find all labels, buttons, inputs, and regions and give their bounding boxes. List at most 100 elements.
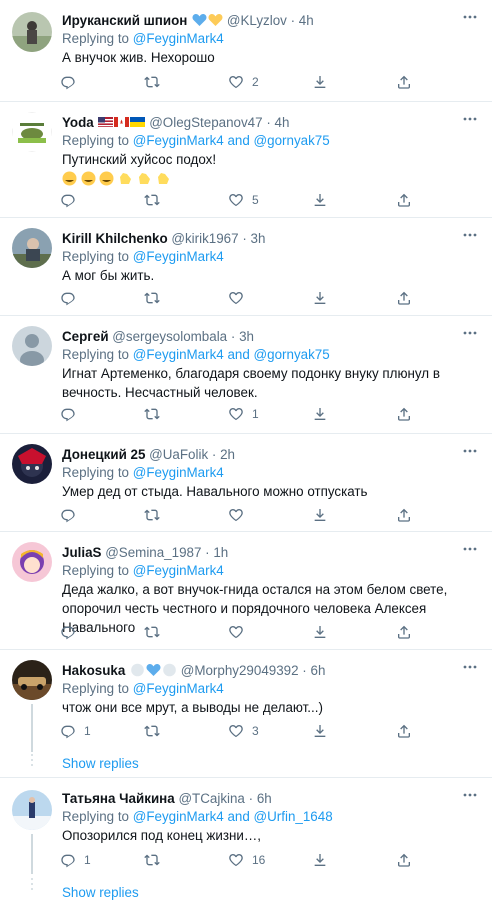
timestamp[interactable]: 2h [220,447,235,462]
reply-target-link[interactable]: @FeyginMark4 [133,133,224,148]
timestamp[interactable]: 4h [275,115,290,130]
reply-target-link[interactable]: @FeyginMark4 [133,347,224,362]
reply-button[interactable] [60,405,84,423]
user-handle[interactable]: @KLyzlov [227,13,287,28]
user-handle[interactable]: @Semina_1987 [105,545,201,560]
share-button[interactable] [312,191,328,209]
user-name[interactable]: JuliaS [62,545,101,560]
reply-button[interactable]: 1 [60,851,91,869]
share-button[interactable] [312,405,328,423]
like-button[interactable]: 5 [228,191,259,209]
reply-target-link[interactable]: @Urfin_1648 [254,809,333,824]
tweet[interactable]: JuliaS @Semina_1987 · 1h Replying to @Fe… [0,532,492,650]
reply-target-link[interactable]: @FeyginMark4 [133,563,224,578]
user-handle[interactable]: @Morphy29049392 [181,663,299,678]
reply-button[interactable] [60,289,84,307]
retweet-button[interactable] [144,722,168,740]
tweet[interactable]: Yoda @OlegStepanov47 · 4h Replying to @F… [0,102,492,218]
upload-button[interactable] [396,191,412,209]
user-name[interactable]: Hakosuka [62,663,125,678]
avatar[interactable] [12,112,52,152]
like-button[interactable] [228,289,252,307]
show-replies-link[interactable]: Show replies [62,884,139,900]
more-icon[interactable] [462,328,478,338]
share-button[interactable] [312,722,328,740]
tweet[interactable]: Hakosuka @Morphy29049392 · 6h Replying t… [0,650,492,778]
user-handle[interactable]: @sergeysolombala [112,329,227,344]
user-name[interactable]: Yoda [62,115,94,130]
avatar[interactable] [12,660,52,700]
user-handle[interactable]: @OlegStepanov47 [149,115,262,130]
retweet-button[interactable] [144,289,168,307]
user-name[interactable]: Kirill Khilchenko [62,231,168,246]
more-icon[interactable] [462,114,478,124]
reply-target-link[interactable]: @gornyak75 [254,347,330,362]
tweet[interactable]: Kirill Khilchenko @kirik1967 · 3h Replyi… [0,218,492,316]
user-handle[interactable]: @kirik1967 [171,231,238,246]
reply-button[interactable]: 1 [60,722,91,740]
user-handle[interactable]: @UaFolik [149,447,208,462]
upload-button[interactable] [396,73,412,91]
tweet[interactable]: Донецкий 25 @UaFolik · 2h Replying to @F… [0,434,492,532]
retweet-button[interactable] [144,623,168,641]
retweet-button[interactable] [144,506,168,524]
upload-button[interactable] [396,506,412,524]
retweet-button[interactable] [144,405,168,423]
like-button[interactable]: 16 [228,851,265,869]
like-button[interactable]: 1 [228,405,259,423]
reply-target-link[interactable]: @FeyginMark4 [133,249,224,264]
user-name[interactable]: Сергей [62,329,109,344]
upload-button[interactable] [396,851,412,869]
timestamp[interactable]: 6h [257,791,272,806]
more-icon[interactable] [462,544,478,554]
retweet-button[interactable] [144,73,168,91]
share-button[interactable] [312,851,328,869]
more-icon[interactable] [462,446,478,456]
reply-target-link[interactable]: @gornyak75 [254,133,330,148]
reply-button[interactable] [60,506,84,524]
reply-button[interactable] [60,73,84,91]
timestamp[interactable]: 3h [251,231,266,246]
avatar[interactable] [12,444,52,484]
upload-button[interactable] [396,722,412,740]
timestamp[interactable]: 4h [299,13,314,28]
avatar[interactable] [12,542,52,582]
avatar[interactable] [12,228,52,268]
avatar[interactable] [12,12,52,52]
reply-target-link[interactable]: @FeyginMark4 [133,31,224,46]
tweet[interactable]: Сергей @sergeysolombala · 3h Replying to… [0,316,492,434]
like-button[interactable]: 3 [228,722,259,740]
more-icon[interactable] [462,662,478,672]
timestamp[interactable]: 3h [239,329,254,344]
retweet-button[interactable] [144,191,168,209]
more-icon[interactable] [462,12,478,22]
share-button[interactable] [312,506,328,524]
more-icon[interactable] [462,230,478,240]
user-name[interactable]: Ируканский шпион [62,13,187,28]
like-button[interactable]: 2 [228,73,259,91]
user-handle[interactable]: @TCajkina [178,791,244,806]
user-name[interactable]: Татьяна Чайкина [62,791,175,806]
reply-target-link[interactable]: @FeyginMark4 [133,809,224,824]
timestamp[interactable]: 6h [311,663,326,678]
tweet[interactable]: Татьяна Чайкина @TCajkina · 6h Replying … [0,778,492,900]
reply-button[interactable] [60,623,84,641]
retweet-button[interactable] [144,851,168,869]
avatar[interactable] [12,790,52,830]
upload-button[interactable] [396,405,412,423]
share-button[interactable] [312,289,328,307]
reply-button[interactable] [60,191,84,209]
upload-button[interactable] [396,289,412,307]
more-icon[interactable] [462,790,478,800]
share-button[interactable] [312,73,328,91]
user-name[interactable]: Донецкий 25 [62,447,145,462]
show-replies-link[interactable]: Show replies [62,755,139,773]
timestamp[interactable]: 1h [213,545,228,560]
share-button[interactable] [312,623,328,641]
avatar[interactable] [12,326,52,366]
tweet[interactable]: Ируканский шпион @KLyzlov · 4h Replying … [0,0,492,102]
like-button[interactable] [228,623,252,641]
reply-target-link[interactable]: @FeyginMark4 [133,465,224,480]
reply-target-link[interactable]: @FeyginMark4 [133,681,224,696]
upload-button[interactable] [396,623,412,641]
